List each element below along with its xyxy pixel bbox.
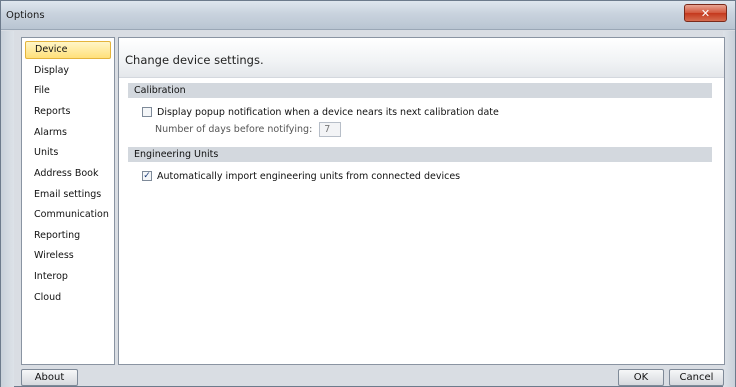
notify-days-row: Number of days before notifying: 7 xyxy=(155,121,342,137)
calibration-popup-label: Display popup notification when a device… xyxy=(157,106,499,118)
section-header-label: Calibration xyxy=(134,85,186,96)
ok-button[interactable]: OK xyxy=(618,369,664,386)
nav-item-communication[interactable]: Communication xyxy=(25,206,111,224)
options-window: Options ✕ Device Display File Reports Al… xyxy=(0,0,736,387)
nav-item-label: File xyxy=(34,85,50,96)
nav-item-label: Reports xyxy=(34,106,71,117)
device-settings-panel: Change device settings. Calibration Disp… xyxy=(118,37,725,365)
notify-days-field[interactable]: 7 xyxy=(319,121,342,137)
ok-button-label: OK xyxy=(633,372,649,383)
calibration-popup-option[interactable]: Display popup notification when a device… xyxy=(142,105,499,119)
notify-days-label: Number of days before notifying: xyxy=(155,123,313,135)
window-left-border xyxy=(1,31,14,387)
nav-item-label: Address Book xyxy=(34,168,99,179)
nav-item-label: Interop xyxy=(34,271,68,282)
nav-item-email-settings[interactable]: Email settings xyxy=(25,186,111,204)
nav-item-wireless[interactable]: Wireless xyxy=(25,247,111,265)
nav-item-units[interactable]: Units xyxy=(25,144,111,162)
nav-item-reporting[interactable]: Reporting xyxy=(25,227,111,245)
import-units-label: Automatically import engineering units f… xyxy=(157,170,461,182)
import-units-option[interactable]: ✓ Automatically import engineering units… xyxy=(142,169,460,183)
cancel-button-label: Cancel xyxy=(679,372,714,383)
nav-item-label: Cloud xyxy=(34,292,62,303)
nav-item-reports[interactable]: Reports xyxy=(25,103,111,121)
calibration-popup-checkbox[interactable] xyxy=(142,107,152,117)
panel-header: Change device settings. xyxy=(119,38,724,78)
nav-item-label: Alarms xyxy=(34,127,67,138)
close-button[interactable]: ✕ xyxy=(684,4,727,22)
engineering-units-section-header: Engineering Units xyxy=(128,147,712,162)
about-button-label: About xyxy=(34,372,65,383)
nav-item-address-book[interactable]: Address Book xyxy=(25,165,111,183)
cancel-button[interactable]: Cancel xyxy=(669,369,724,386)
options-nav-list: Device Display File Reports Alarms Units… xyxy=(21,37,115,365)
nav-item-device[interactable]: Device xyxy=(25,41,111,59)
title-bar[interactable]: Options ✕ xyxy=(1,1,735,30)
checkmark-icon: ✓ xyxy=(143,170,151,181)
import-units-checkbox[interactable]: ✓ xyxy=(142,171,152,181)
nav-item-label: Communication xyxy=(34,209,109,220)
nav-item-label: Reporting xyxy=(34,230,81,241)
panel-title: Change device settings. xyxy=(125,53,264,67)
calibration-section-header: Calibration xyxy=(128,83,712,98)
nav-item-label: Units xyxy=(34,147,59,158)
about-button[interactable]: About xyxy=(21,369,78,386)
section-header-label: Engineering Units xyxy=(134,149,219,160)
nav-item-label: Device xyxy=(35,44,68,55)
nav-item-file[interactable]: File xyxy=(25,82,111,100)
nav-item-alarms[interactable]: Alarms xyxy=(25,124,111,142)
window-title: Options xyxy=(6,10,45,21)
nav-item-label: Wireless xyxy=(34,250,74,261)
nav-item-label: Display xyxy=(34,65,70,76)
close-icon: ✕ xyxy=(700,6,711,20)
nav-item-display[interactable]: Display xyxy=(25,62,111,80)
nav-item-interop[interactable]: Interop xyxy=(25,268,111,286)
nav-item-cloud[interactable]: Cloud xyxy=(25,289,111,307)
nav-item-label: Email settings xyxy=(34,189,102,200)
